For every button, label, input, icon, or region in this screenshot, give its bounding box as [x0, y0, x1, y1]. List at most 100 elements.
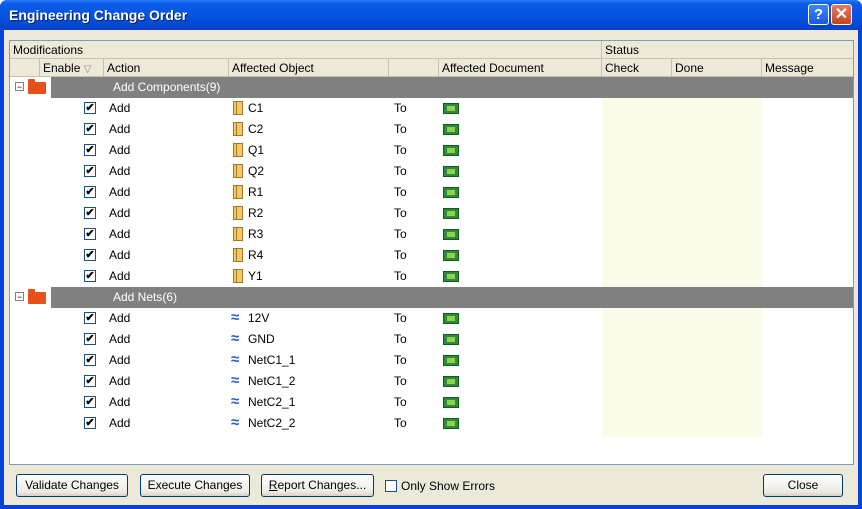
component-icon [233, 227, 243, 241]
dialog-client: Modifications Status Enable ▽ Action Aff… [4, 30, 858, 505]
change-row[interactable]: ✔ Add ≈ NetC2_1 To [10, 392, 853, 413]
affected-object-cell: R2 [248, 206, 264, 220]
collapse-icon[interactable]: − [15, 82, 24, 92]
header-to[interactable] [389, 59, 439, 77]
close-button[interactable]: Close [763, 474, 843, 497]
enable-checkbox[interactable]: ✔ [84, 396, 96, 408]
header-message[interactable]: Message [762, 59, 853, 77]
to-cell: To [394, 311, 407, 325]
action-cell: Add [109, 122, 131, 136]
change-row[interactable]: ✔ Add ≈ NetC2_2 To [10, 413, 853, 434]
action-cell: Add [109, 248, 131, 262]
to-cell: To [394, 395, 407, 409]
net-icon: ≈ [231, 414, 240, 431]
component-icon [233, 143, 243, 157]
report-changes-button[interactable]: Report Changes... [261, 474, 374, 497]
affected-object-cell: GND [248, 332, 275, 346]
affected-object-cell: Q2 [248, 164, 265, 178]
change-row[interactable]: ✔ Add ≈12V To [10, 308, 853, 329]
window-title: Engineering Change Order [9, 7, 188, 23]
pcb-document-icon [443, 250, 459, 261]
pcb-document-icon [443, 313, 459, 324]
change-row[interactable]: ✔ Add Q1 To [10, 140, 853, 161]
collapse-icon[interactable]: − [15, 292, 24, 302]
pcb-document-icon [443, 124, 459, 135]
enable-checkbox[interactable]: ✔ [84, 102, 96, 114]
close-window-button[interactable]: ✕ [831, 4, 852, 25]
change-row[interactable]: ✔ Add R3 To [10, 224, 853, 245]
change-row[interactable]: ✔ Add R4 To [10, 245, 853, 266]
net-icon: ≈ [231, 330, 240, 347]
component-icon [233, 185, 243, 199]
enable-checkbox[interactable]: ✔ [84, 417, 96, 429]
group-row[interactable]: − Add Nets(6) [10, 287, 853, 308]
header-modifications: Modifications [10, 41, 602, 59]
close-icon: ✕ [834, 6, 849, 23]
execute-changes-button[interactable]: Execute Changes [140, 474, 250, 497]
change-row[interactable]: ✔ Add ≈ GND To [10, 329, 853, 350]
component-icon [233, 164, 243, 178]
action-cell: Add [109, 311, 131, 325]
title-bar[interactable]: Engineering Change Order ? ✕ [0, 0, 862, 30]
enable-checkbox[interactable]: ✔ [84, 333, 96, 345]
header-done[interactable]: Done [672, 59, 762, 77]
action-cell: Add [109, 101, 131, 115]
change-row[interactable]: ✔ Add ≈ NetC1_2 To [10, 371, 853, 392]
change-row[interactable]: ✔ Add R2 To [10, 203, 853, 224]
group-row[interactable]: − Add Components(9) [10, 77, 853, 98]
report-label-rest: eport Changes... [277, 478, 367, 492]
only-show-errors-label[interactable]: Only Show Errors [401, 477, 495, 495]
enable-checkbox[interactable]: ✔ [84, 375, 96, 387]
to-cell: To [394, 164, 407, 178]
enable-checkbox[interactable]: ✔ [84, 270, 96, 282]
pcb-document-icon [443, 397, 459, 408]
net-icon: ≈ [231, 372, 240, 389]
column-header-row: Enable ▽ Action Affected Object Affected… [10, 59, 853, 77]
enable-checkbox[interactable]: ✔ [84, 354, 96, 366]
net-icon: ≈ [231, 393, 240, 410]
affected-object-cell: NetC1_1 [248, 353, 296, 367]
affected-object-cell: NetC1_2 [248, 374, 296, 388]
to-cell: To [394, 143, 407, 157]
pcb-document-icon [443, 166, 459, 177]
enable-checkbox[interactable]: ✔ [84, 207, 96, 219]
affected-object-cell: C1 [248, 101, 264, 115]
group-label: Add Nets(6) [113, 290, 178, 304]
net-icon: ≈ [231, 309, 240, 326]
component-icon [233, 101, 243, 115]
header-check[interactable]: Check [602, 59, 672, 77]
action-cell: Add [109, 227, 131, 241]
enable-checkbox[interactable]: ✔ [84, 165, 96, 177]
enable-checkbox[interactable]: ✔ [84, 312, 96, 324]
to-cell: To [394, 353, 407, 367]
component-icon [233, 206, 243, 220]
affected-object-cell: NetC2_2 [248, 416, 296, 430]
header-affected-object[interactable]: Affected Object [229, 59, 389, 77]
enable-checkbox[interactable]: ✔ [84, 228, 96, 240]
change-row[interactable]: ✔ Add Y1 To [10, 266, 853, 287]
affected-object-cell: Q1 [248, 143, 265, 157]
help-button[interactable]: ? [808, 4, 829, 25]
header-affected-document[interactable]: Affected Document [439, 59, 602, 77]
change-row[interactable]: ✔ Add ≈ NetC1_1 To [10, 350, 853, 371]
enable-checkbox[interactable]: ✔ [84, 186, 96, 198]
change-row[interactable]: ✔ Add Q2 To [10, 161, 853, 182]
to-cell: To [394, 185, 407, 199]
enable-checkbox[interactable]: ✔ [84, 123, 96, 135]
enable-checkbox[interactable]: ✔ [84, 144, 96, 156]
pcb-document-icon [443, 334, 459, 345]
group-label: Add Components(9) [113, 80, 221, 94]
to-cell: To [394, 227, 407, 241]
change-row[interactable]: ✔ Add R1 To [10, 182, 853, 203]
only-show-errors-checkbox[interactable] [385, 480, 397, 492]
action-cell: Add [109, 353, 131, 367]
enable-checkbox[interactable]: ✔ [84, 249, 96, 261]
change-row[interactable]: ✔ Add C1 To [10, 98, 853, 119]
header-enable[interactable]: Enable ▽ [40, 59, 104, 77]
validate-changes-button[interactable]: Validate Changes [16, 474, 128, 497]
header-action[interactable]: Action [104, 59, 229, 77]
to-cell: To [394, 101, 407, 115]
net-icon: ≈ [231, 351, 240, 368]
header-enable-label: Enable [43, 61, 81, 75]
change-row[interactable]: ✔ Add C2 To [10, 119, 853, 140]
